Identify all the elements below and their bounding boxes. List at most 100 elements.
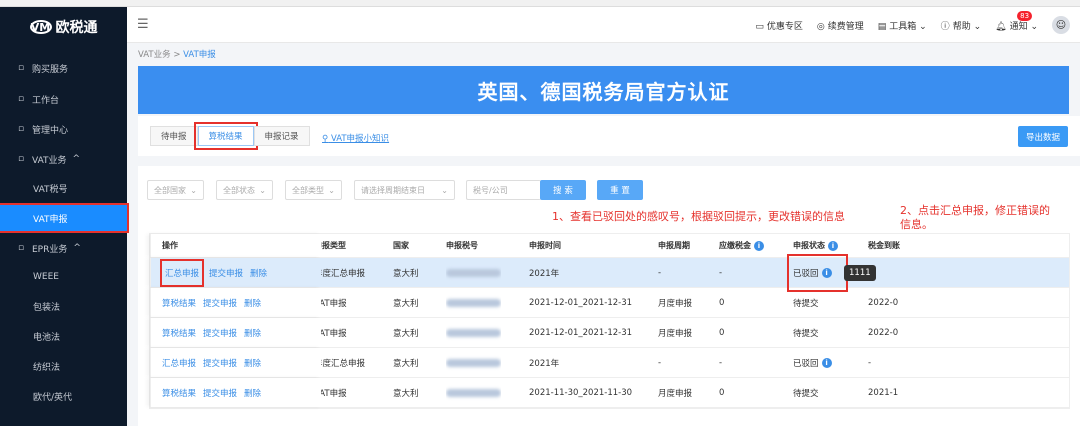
header-help[interactable]: ⓘ 帮助 ⌄ xyxy=(941,19,981,32)
sidebar-item-label: 购买服务 xyxy=(32,64,69,75)
primary-action-link[interactable]: 算税结果 xyxy=(162,387,196,399)
help-icon: ⓘ xyxy=(940,21,950,32)
header-renew[interactable]: ◎ 续费管理 xyxy=(817,19,864,32)
info-icon[interactable]: i xyxy=(821,357,832,368)
status-cell: 待提交 xyxy=(793,298,819,309)
sidebar-item[interactable]: VAT税号 xyxy=(0,175,127,201)
chevron-down-icon: ⌄ xyxy=(190,185,197,195)
chevron-down-icon: ⌄ xyxy=(973,21,982,32)
header-toolbox[interactable]: ▤ 工具箱 ⌄ xyxy=(878,19,927,32)
logo-text: 欧税通 xyxy=(55,20,98,36)
column-header: 操作 xyxy=(150,234,321,257)
tax-number-blurred xyxy=(446,348,501,377)
submit-link[interactable]: 提交申报 xyxy=(203,327,237,339)
tab-pending[interactable]: 待申报 xyxy=(150,126,198,146)
country-select[interactable]: 全部国家 ⌄ xyxy=(147,180,204,200)
type-cell: 年度汇总申报 xyxy=(314,358,366,369)
tab-panel: 待申报 算税结果 申报记录 ⚲ VAT申报小知识 导出数据 xyxy=(138,116,1080,156)
submit-link[interactable]: 提交申报 xyxy=(209,267,243,279)
primary-action-link[interactable]: 算税结果 xyxy=(162,327,196,339)
primary-action-link[interactable]: 汇总申报 xyxy=(162,357,196,369)
submit-link[interactable]: 提交申报 xyxy=(203,297,237,309)
delete-link[interactable]: 删除 xyxy=(244,327,261,339)
breadcrumb-parent[interactable]: VAT业务 xyxy=(138,50,171,60)
sidebar-item[interactable]: ▫ 购买服务 xyxy=(0,55,127,81)
sidebar-item-label: 包装法 xyxy=(33,302,61,313)
country-cell: 意大利 xyxy=(393,268,419,279)
knowledge-link[interactable]: ⚲ VAT申报小知识 xyxy=(322,132,389,144)
column-header: 应缴税金 i xyxy=(719,234,764,257)
delete-link[interactable]: 删除 xyxy=(250,267,267,279)
sidebar-item-label: EPR业务 xyxy=(32,244,68,255)
country-cell: 意大利 xyxy=(393,358,419,369)
table-row: VAT申报 意大利 2021-12-01_2021-12-31 月度申报 0 待提交 202… xyxy=(150,318,1069,348)
cart-icon: ▫ xyxy=(17,63,25,73)
tax-number-blurred xyxy=(446,318,501,347)
delete-link[interactable]: 删除 xyxy=(244,297,261,309)
sidebar-item[interactable]: VAT申报 xyxy=(0,203,129,233)
table-header: 公司名称申报类型国家申报税号申报时间申报周期应缴税金i申报状态i税金到账操作 xyxy=(150,234,1069,258)
sidebar-item-label: WEEE xyxy=(33,272,59,282)
arrive-cell: 2022-01 xyxy=(868,327,898,338)
delete-link[interactable]: 删除 xyxy=(244,387,261,399)
sidebar-item[interactable]: 欧代/英代 xyxy=(0,383,127,409)
sidebar-item[interactable]: 纺织法 xyxy=(0,353,127,379)
sidebar-item[interactable]: ▫ 工作台 xyxy=(0,86,127,112)
logo: VM 欧税通 xyxy=(0,7,127,47)
sidebar-item[interactable]: ▫ VAT业务 ^ xyxy=(0,146,127,172)
menu-collapse-icon[interactable]: ☰ xyxy=(137,17,149,32)
delete-link[interactable]: 删除 xyxy=(244,357,261,369)
row-actions: 汇总申报 提交申报 删除 xyxy=(150,258,321,287)
primary-action-link[interactable]: 汇总申报 xyxy=(159,258,205,287)
sidebar-item[interactable]: WEEE xyxy=(0,264,127,290)
time-cell: 2021年 xyxy=(529,268,560,279)
chevron-down-icon: ⌄ xyxy=(328,185,335,195)
arrive-cell: 2021-12 xyxy=(868,387,898,398)
info-icon[interactable]: i xyxy=(821,268,832,278)
sidebar-item[interactable]: 电池法 xyxy=(0,323,127,349)
tax-number-blurred xyxy=(446,288,501,317)
column-header: 申报状态 i xyxy=(793,234,838,257)
info-icon[interactable]: i xyxy=(828,240,838,251)
country-cell: 意大利 xyxy=(393,298,419,309)
table-row: VAT申报 意大利 2021-11-30_2021-11-30 月度申报 0 待提交 202… xyxy=(150,378,1069,408)
sidebar-item-label: VAT业务 xyxy=(32,155,67,166)
breadcrumb: VAT业务 > VAT申报 xyxy=(138,50,216,60)
banner: 英国、德国税务局官方认证 xyxy=(138,66,1069,114)
search-button[interactable]: 搜 索 xyxy=(540,180,586,200)
primary-action-link[interactable]: 算税结果 xyxy=(162,297,196,309)
chevron-down-icon: ⌄ xyxy=(259,185,266,195)
sidebar-item[interactable]: 包装法 xyxy=(0,293,127,319)
status-select[interactable]: 全部状态 ⌄ xyxy=(216,180,273,200)
sidebar-item-label: VAT申报 xyxy=(33,214,68,225)
sidebar-item[interactable]: ▫ EPR业务 ^ xyxy=(0,235,127,261)
chevron-down-icon: ⌄ xyxy=(441,185,448,195)
status-cell: 待提交 xyxy=(793,388,819,399)
header-coupon[interactable]: ▭ 优惠专区 xyxy=(755,19,803,32)
period-cell: 月度申报 xyxy=(658,328,693,339)
renew-icon: ◎ xyxy=(816,21,825,32)
top-header: ☰ ▭ 优惠专区 ◎ 续费管理 ▤ 工具箱 ⌄ ⓘ 帮助 ⌄ 🔔︎ 通知 83 ⌄ ☺ xyxy=(127,7,1080,43)
avatar[interactable]: ☺ xyxy=(1052,16,1070,34)
search-input[interactable]: 税号/公司 xyxy=(466,180,541,200)
submit-link[interactable]: 提交申报 xyxy=(203,387,237,399)
header-notice[interactable]: 🔔︎ 通知 83 ⌄ xyxy=(995,10,1038,32)
sidebar-item-label: VAT税号 xyxy=(33,184,68,195)
period-date-picker[interactable]: 请选择周期结束日 ⌄ xyxy=(354,180,455,200)
chevron-up-icon: ^ xyxy=(73,243,81,253)
status-cell: 已驳回 i xyxy=(793,348,832,377)
submit-link[interactable]: 提交申报 xyxy=(203,357,237,369)
globe-icon: ▫ xyxy=(17,243,25,253)
export-button[interactable]: 导出数据 xyxy=(1017,126,1068,147)
type-cell: 年度汇总申报 xyxy=(314,268,366,279)
bell-icon: 🔔︎ xyxy=(995,21,1007,32)
tab-records[interactable]: 申报记录 xyxy=(253,126,310,146)
type-select[interactable]: 全部类型 ⌄ xyxy=(285,180,342,200)
info-icon[interactable]: i xyxy=(754,240,764,251)
monitor-icon: ▫ xyxy=(17,124,25,134)
sidebar-item[interactable]: ▫ 管理中心 xyxy=(0,116,127,142)
tab-tax-result[interactable]: 算税结果 xyxy=(193,122,258,150)
arrive-cell: - xyxy=(868,357,872,368)
reset-button[interactable]: 重 置 xyxy=(597,180,643,200)
column-header: 申报周期 xyxy=(658,241,690,250)
